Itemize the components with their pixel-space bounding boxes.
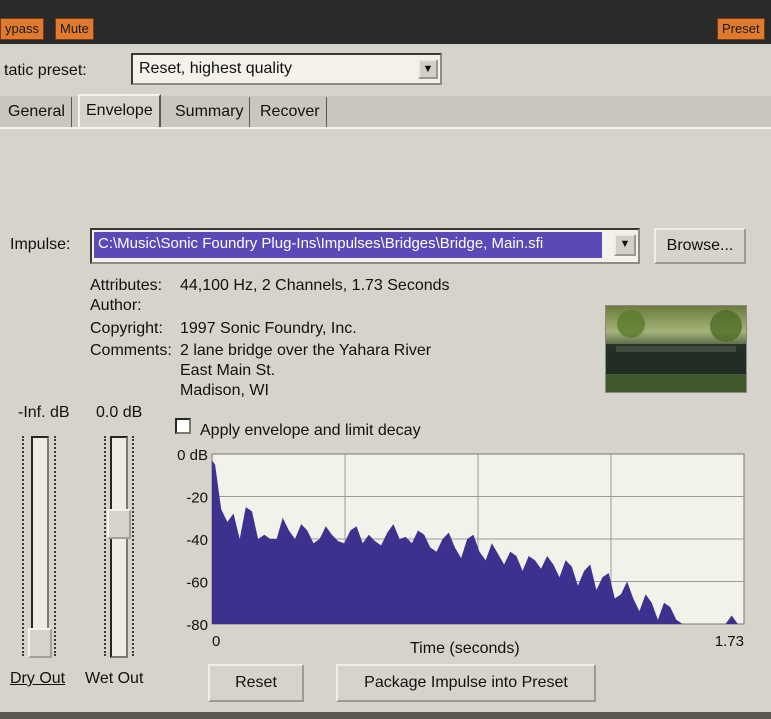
x-tick-label: 0 <box>212 633 220 650</box>
wet-level-readout: 0.0 dB <box>96 404 143 421</box>
dry-level-readout: -Inf. dB <box>18 404 70 421</box>
impulse-path-highlight: C:\Music\Sonic Foundry Plug-Ins\Impulses… <box>94 232 602 258</box>
comments-line-2: East Main St. <box>180 362 276 379</box>
preset-button[interactable]: Preset <box>717 18 765 40</box>
preset-value: Reset, highest quality <box>139 60 292 77</box>
dry-out-slider-thumb[interactable] <box>28 628 52 658</box>
bridge-photo-image <box>606 310 746 392</box>
y-axis-ticks: 0 dB -20 -40 -60 -80 <box>177 447 208 634</box>
attributes-label: Attributes: <box>90 277 163 294</box>
tab-summary[interactable]: Summary <box>169 97 251 127</box>
impulse-label: Impulse: <box>10 236 71 253</box>
impulse-location-photo <box>605 305 747 393</box>
copyright-label: Copyright: <box>90 320 163 337</box>
y-tick-label: -40 <box>186 532 208 549</box>
dry-out-label-text: Dry Out <box>10 670 66 687</box>
copyright-value: 1997 Sonic Foundry, Inc. <box>180 320 357 337</box>
comments-label: Comments: <box>90 342 172 359</box>
impulse-dropdown[interactable]: C:\Music\Sonic Foundry Plug-Ins\Impulses… <box>90 228 640 264</box>
y-tick-label: -80 <box>186 617 208 634</box>
tab-general[interactable]: General <box>2 97 72 127</box>
mute-button[interactable]: Mute <box>55 18 94 40</box>
tab-envelope[interactable]: Envelope <box>78 94 161 129</box>
dry-out-label: Dry Out <box>10 670 65 688</box>
preset-dropdown[interactable]: Reset, highest quality ▼ <box>131 53 442 85</box>
dry-slider-ticks <box>22 436 28 656</box>
bypass-button[interactable]: ypass <box>0 18 44 40</box>
wet-slider-ticks <box>132 436 138 656</box>
chevron-down-icon[interactable]: ▼ <box>614 234 636 256</box>
y-tick-label: -20 <box>186 490 208 507</box>
top-toolbar <box>0 0 771 44</box>
browse-button[interactable]: Browse... <box>654 228 746 264</box>
chevron-down-icon[interactable]: ▼ <box>418 59 438 79</box>
wet-out-slider-track[interactable] <box>110 436 128 658</box>
envelope-checkbox[interactable] <box>175 418 191 434</box>
y-tick-label: -60 <box>186 575 208 592</box>
wet-out-label: Wet Out <box>85 670 143 688</box>
wet-out-label-text: Wet Out <box>85 670 144 687</box>
author-label: Author: <box>90 297 142 314</box>
wet-out-slider-thumb[interactable] <box>107 508 131 539</box>
comments-line-3: Madison, WI <box>180 382 269 399</box>
impulse-path: C:\Music\Sonic Foundry Plug-Ins\Impulses… <box>98 235 544 252</box>
envelope-chart: 0 dB -20 -40 -60 -80 0 1.73 <box>177 447 745 650</box>
reset-button[interactable]: Reset <box>208 664 304 702</box>
x-axis-label: Time (seconds) <box>410 640 520 657</box>
preset-label: tatic preset: <box>4 62 87 79</box>
package-impulse-button[interactable]: Package Impulse into Preset <box>336 664 596 702</box>
dry-out-slider-track[interactable] <box>31 436 49 658</box>
x-tick-label: 1.73 <box>715 633 744 650</box>
bottom-border <box>0 712 771 719</box>
tab-recover[interactable]: Recover <box>254 97 327 127</box>
comments-line-1: 2 lane bridge over the Yahara River <box>180 342 432 359</box>
y-tick-label: 0 dB <box>177 447 208 464</box>
dry-slider-ticks <box>54 436 60 656</box>
attributes-value: 44,100 Hz, 2 Channels, 1.73 Seconds <box>180 277 450 294</box>
envelope-checkbox-label[interactable]: Apply envelope and limit decay <box>200 422 421 440</box>
